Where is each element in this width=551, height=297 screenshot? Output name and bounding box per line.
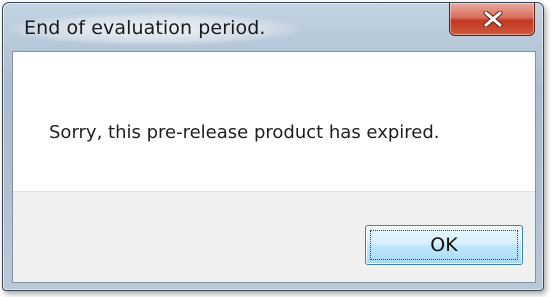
- title-bar[interactable]: End of evaluation period.: [3, 3, 543, 51]
- ok-button[interactable]: OK: [365, 225, 523, 265]
- close-button[interactable]: [449, 3, 535, 36]
- button-area: OK: [13, 191, 535, 282]
- message-area: Sorry, this pre-release product has expi…: [13, 52, 535, 191]
- dialog-window: End of evaluation period. Sorry, this pr…: [2, 2, 544, 291]
- window-title: End of evaluation period.: [24, 17, 266, 39]
- dialog-content: Sorry, this pre-release product has expi…: [12, 51, 536, 283]
- ok-button-label: OK: [430, 234, 458, 256]
- message-text: Sorry, this pre-release product has expi…: [49, 122, 440, 143]
- close-icon: [483, 11, 503, 27]
